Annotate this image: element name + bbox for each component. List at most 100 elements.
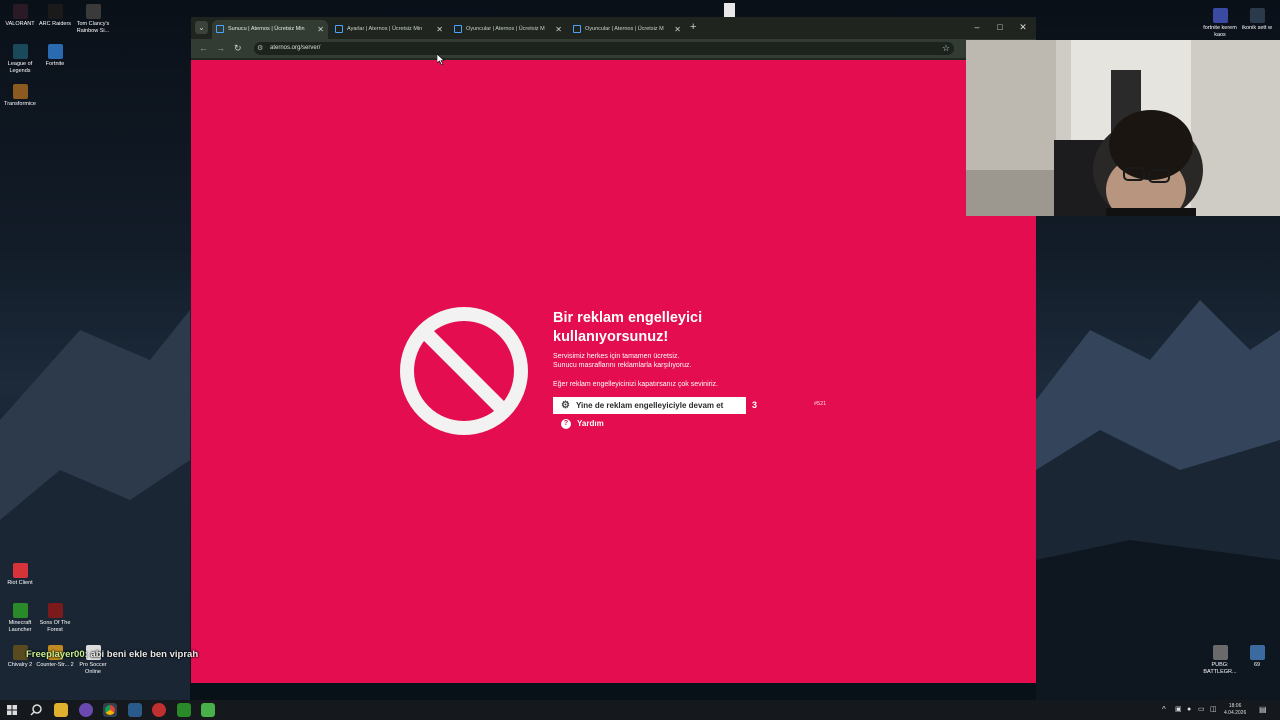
right-desktop-icon[interactable]: ikonik sett w: [1237, 8, 1277, 32]
tab-search-button[interactable]: ⌄: [195, 21, 208, 34]
tab-oyuncular-2[interactable]: Oyuncular | Aternos | Ücretsiz M ✕: [569, 20, 685, 39]
desktop-icon-label: ARC Raiders: [38, 21, 72, 27]
discord-icon[interactable]: [79, 703, 93, 717]
left-desktop-icon[interactable]: League of Legends: [0, 44, 40, 74]
forward-arrow-icon[interactable]: →: [216, 42, 225, 55]
microphone-icon[interactable]: ●: [1187, 700, 1191, 720]
app-icon: [12, 563, 28, 578]
app-icon: [47, 44, 63, 59]
notification-icon[interactable]: ▤: [1259, 700, 1267, 720]
stream-chat-message: Freeplayer00: abi beni ekle ben viprah: [26, 648, 198, 662]
desktop-icon-label: fortnite kerem kaos: [1203, 25, 1237, 38]
right-desktop-icon[interactable]: 69: [1237, 645, 1277, 669]
aternos-favicon-icon: [335, 25, 343, 33]
tab-close-icon[interactable]: ✕: [436, 20, 443, 39]
blocked-prohibited-icon: [400, 307, 528, 435]
tab-label: Oyuncular | Aternos | Ücretsiz M: [585, 26, 664, 32]
desktop-icon-label: Transformice: [4, 101, 36, 107]
app-icon: [12, 4, 28, 19]
chrome-icon: [105, 705, 115, 715]
reload-icon[interactable]: ↻: [234, 42, 242, 55]
search-icon[interactable]: [29, 703, 43, 717]
right-desktop-icon[interactable]: PUBG: BATTLEGR...: [1200, 645, 1240, 675]
tab-label: Ayarlar | Aternos | Ücretsiz Min: [347, 26, 423, 32]
tab-label: Oyuncular | Aternos | Ücretsiz M: [466, 26, 545, 32]
gear-icon: ⚙: [561, 400, 570, 411]
app-icon: [12, 603, 28, 618]
file-explorer-icon[interactable]: [54, 703, 68, 717]
tab-close-icon[interactable]: ✕: [317, 20, 324, 39]
navigation-bar: ← → ↻ ⚙ aternos.org/server/ ☆: [191, 39, 966, 58]
chat-message-text: : abi beni ekle ben viprah: [84, 649, 199, 660]
desktop-icon-label: League of Legends: [7, 61, 33, 74]
desktop-icon-label: Pro Soccer Online: [79, 662, 107, 675]
left-desktop-icon[interactable]: Transformice: [0, 84, 40, 108]
continue-with-adblocker-button[interactable]: ⚙ Yine de reklam engelleyiciyle devam et: [553, 397, 746, 414]
clock-time: 18:06: [1228, 703, 1242, 709]
desktop-icon-label: Tom Clancy's Rainbow Si...: [76, 21, 110, 34]
taskbar-clock[interactable]: 18:06 4.04.2026: [1224, 703, 1246, 717]
left-desktop-icon[interactable]: ARC Raiders: [35, 4, 75, 28]
minecraft-icon[interactable]: [177, 703, 191, 717]
tab-bar: ⌄ Sunucu | Aternos | Ücretsiz Min ✕ Ayar…: [191, 17, 1036, 39]
windows-start-icon[interactable]: [5, 703, 19, 717]
page-heading: Bir reklam engelleyici kullanıyorsunuz!: [553, 309, 793, 347]
tab-label: Sunucu | Aternos | Ücretsiz Min: [228, 26, 305, 32]
display-icon[interactable]: ▭: [1198, 700, 1205, 720]
new-tab-button[interactable]: +: [690, 21, 696, 34]
tab-oyuncular-1[interactable]: Oyuncular | Aternos | Ücretsiz M ✕: [450, 20, 566, 39]
left-desktop-icon[interactable]: Tom Clancy's Rainbow Si...: [73, 4, 113, 34]
left-desktop-icon[interactable]: VALORANT: [0, 4, 40, 28]
tray-app-icon[interactable]: ▣: [1175, 700, 1182, 720]
aternos-favicon-icon: [573, 25, 581, 33]
question-icon: ?: [561, 419, 571, 429]
app-icon: [1212, 645, 1228, 660]
aternos-favicon-icon: [216, 25, 224, 33]
back-arrow-icon[interactable]: ←: [199, 42, 208, 55]
countdown-timer: 3: [752, 400, 758, 410]
desktop-icon-label: Fortnite: [45, 61, 65, 67]
continue-button-label: Yine de reklam engelleyiciyle devam et: [576, 401, 724, 410]
tray-chevron-icon[interactable]: ^: [1162, 700, 1166, 720]
left-desktop-icon[interactable]: Minecraft Launcher: [0, 603, 40, 633]
desktop-icon-label: PUBG: BATTLEGR...: [1203, 662, 1237, 675]
toolbar-divider: [191, 58, 966, 60]
minecraft-launcher-icon[interactable]: [201, 703, 215, 717]
tab-ayarlar[interactable]: Ayarlar | Aternos | Ücretsiz Min ✕: [331, 20, 447, 39]
address-bar[interactable]: ⚙ aternos.org/server/ ☆: [254, 42, 954, 55]
minimize-button[interactable]: –: [967, 20, 987, 34]
desktop-icon-label: VALORANT: [5, 21, 35, 27]
obs-icon[interactable]: [152, 703, 166, 717]
chat-username: Freeplayer00: [26, 649, 85, 660]
left-desktop-icon[interactable]: Sons Of The Forest: [35, 603, 75, 633]
maximize-button[interactable]: □: [990, 20, 1010, 34]
help-link[interactable]: ? Yardım: [561, 418, 604, 430]
app-icon: [47, 4, 63, 19]
left-desktop-icon[interactable]: Riot Client: [0, 563, 40, 587]
aternos-favicon-icon: [454, 25, 462, 33]
network-icon[interactable]: ◫: [1210, 700, 1217, 720]
left-desktop-icon[interactable]: Fortnite: [35, 44, 75, 68]
desktop-icon-label: Riot Client: [7, 580, 33, 586]
app-icon: [85, 4, 101, 19]
desktop-icon-label: Sons Of The Forest: [39, 620, 71, 633]
info-text-line-2: Sunucu masraflarını reklamlarla karşılıy…: [553, 362, 692, 369]
site-info-icon[interactable]: ⚙: [257, 42, 263, 55]
bookmark-star-icon[interactable]: ☆: [942, 42, 950, 55]
app-icon: [12, 44, 28, 59]
webcam-feed-image: [966, 40, 1280, 216]
info-text-line-3: Eğer reklam engelleyicinizi kapatırsanız…: [553, 381, 718, 388]
close-window-button[interactable]: ✕: [1013, 20, 1033, 34]
desktop-icon-label: Chivalry 2: [7, 662, 33, 668]
chrome-taskbar-item[interactable]: [103, 703, 117, 717]
heading-line-1: Bir reklam engelleyici: [553, 310, 703, 326]
app-icon: [1249, 645, 1265, 660]
tab-close-icon[interactable]: ✕: [674, 20, 681, 39]
tab-sunucu[interactable]: Sunucu | Aternos | Ücretsiz Min ✕: [212, 20, 328, 39]
app-icon: [47, 603, 63, 618]
desktop-icon-label: Minecraft Launcher: [8, 620, 32, 633]
steam-icon[interactable]: [128, 703, 142, 717]
url-text: aternos.org/server/: [270, 45, 321, 51]
right-desktop-icon[interactable]: fortnite kerem kaos: [1200, 8, 1240, 38]
tab-close-icon[interactable]: ✕: [555, 20, 562, 39]
